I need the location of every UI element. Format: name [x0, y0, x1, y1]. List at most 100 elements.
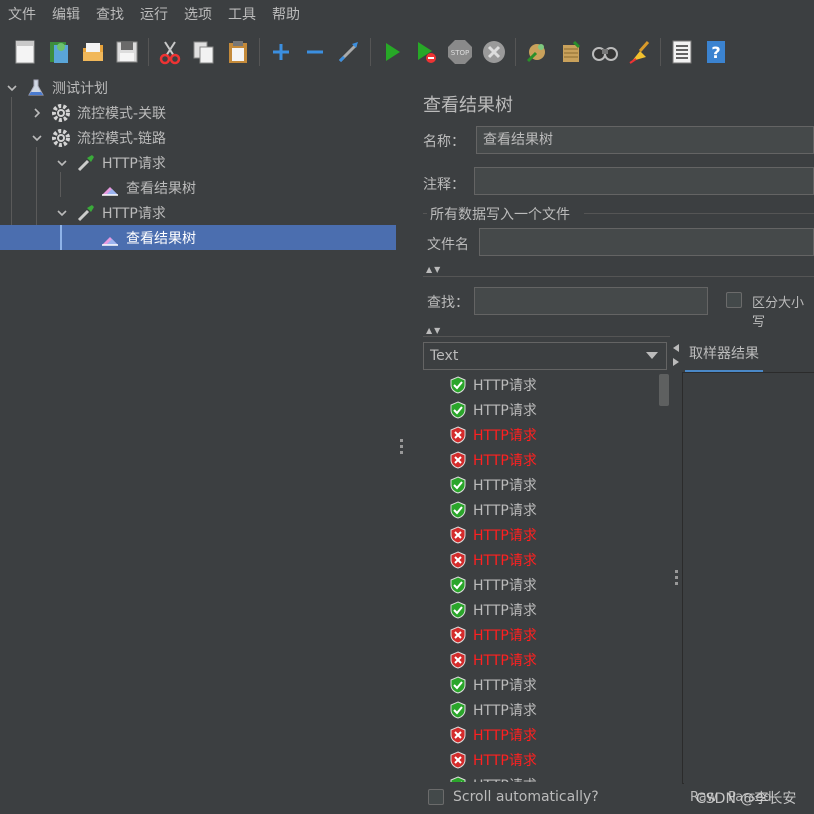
result-item[interactable]: HTTP请求: [423, 372, 670, 397]
shutdown-icon[interactable]: [479, 37, 509, 67]
tree-label: 流控模式-链路: [77, 130, 167, 147]
result-label: HTTP请求: [473, 677, 537, 694]
menu-file[interactable]: 文件: [0, 0, 44, 30]
sampler-detail-panel: [682, 372, 814, 784]
split-arrows-icon[interactable]: ▲▼: [426, 265, 442, 274]
collapse-icon[interactable]: [300, 37, 330, 67]
clear-all-icon[interactable]: [556, 37, 586, 67]
result-list[interactable]: HTTP请求 HTTP请求 HTTP请求 HTTP请求 HTTP请求 HTTP请求 HTTP…: [423, 372, 670, 782]
scroll-auto-row[interactable]: Scroll automatically?: [428, 789, 599, 805]
result-item[interactable]: HTTP请求: [423, 597, 670, 622]
tree-node-thread-group-1[interactable]: 流控模式-关联: [0, 100, 396, 125]
chevron-down-icon[interactable]: [56, 207, 68, 219]
result-item[interactable]: HTTP请求: [423, 722, 670, 747]
result-label: HTTP请求: [473, 477, 537, 494]
result-label: HTTP请求: [473, 602, 537, 619]
new-icon[interactable]: [10, 37, 40, 67]
chevron-right-icon[interactable]: [31, 107, 43, 119]
tree-node-result-tree-2[interactable]: 查看结果树: [0, 225, 396, 250]
result-label: HTTP请求: [473, 577, 537, 594]
stop-icon[interactable]: STOP: [445, 37, 475, 67]
tree-label: 查看结果树: [126, 180, 196, 197]
success-shield-icon: [450, 500, 466, 519]
file-section-label: 所有数据写入一个文件: [430, 207, 570, 223]
menu-options[interactable]: 选项: [176, 0, 220, 30]
pipette-icon: [76, 153, 96, 173]
menu-tools[interactable]: 工具: [220, 0, 264, 30]
result-label: HTTP请求: [473, 627, 537, 644]
filename-label: 文件名: [427, 237, 469, 253]
result-scrollbar[interactable]: [658, 372, 670, 782]
cut-icon[interactable]: [155, 37, 185, 67]
start-no-pause-icon[interactable]: [411, 37, 441, 67]
result-item[interactable]: HTTP请求: [423, 747, 670, 772]
result-item[interactable]: HTTP请求: [423, 672, 670, 697]
listener-icon: [100, 178, 120, 198]
case-sensitive-label: 区分大小写: [752, 296, 805, 330]
tree-label: 测试计划: [52, 80, 108, 97]
open-icon[interactable]: [78, 37, 108, 67]
reset-search-icon[interactable]: [624, 37, 654, 67]
split-arrows-icon[interactable]: ▲▼: [426, 326, 442, 335]
result-item[interactable]: HTTP请求: [423, 497, 670, 522]
menu-search[interactable]: 查找: [88, 0, 132, 30]
save-icon[interactable]: [112, 37, 142, 67]
chevron-down-icon[interactable]: [31, 132, 43, 144]
menu-bar: 文件 编辑 查找 运行 选项 工具 帮助: [0, 0, 814, 30]
result-item[interactable]: HTTP请求: [423, 422, 670, 447]
result-item[interactable]: HTTP请求: [423, 622, 670, 647]
pipette-icon: [76, 203, 96, 223]
result-label: HTTP请求: [473, 652, 537, 669]
success-shield-icon: [450, 375, 466, 394]
templates-icon[interactable]: [44, 37, 74, 67]
error-shield-icon: [450, 450, 466, 469]
scroll-auto-checkbox[interactable]: [428, 789, 444, 805]
chevron-down-icon[interactable]: [56, 157, 68, 169]
result-item[interactable]: HTTP请求: [423, 472, 670, 497]
menu-edit[interactable]: 编辑: [44, 0, 88, 30]
result-item[interactable]: HTTP请求: [423, 397, 670, 422]
inner-splitter[interactable]: [670, 336, 682, 814]
result-item[interactable]: HTTP请求: [423, 547, 670, 572]
menu-run[interactable]: 运行: [132, 0, 176, 30]
tree-node-test-plan[interactable]: 测试计划: [0, 75, 396, 100]
tree-node-http-request-2[interactable]: HTTP请求: [0, 200, 396, 225]
search-icon[interactable]: [590, 37, 620, 67]
toggle-icon[interactable]: [334, 37, 364, 67]
menu-help[interactable]: 帮助: [264, 0, 308, 30]
result-item[interactable]: HTTP请求: [423, 647, 670, 672]
expand-icon[interactable]: [266, 37, 296, 67]
result-item[interactable]: HTTP请求: [423, 447, 670, 472]
tree-node-http-request-1[interactable]: HTTP请求: [0, 150, 396, 175]
tree-label: HTTP请求: [102, 205, 166, 222]
renderer-value: Text: [430, 348, 459, 364]
tab-sampler-result[interactable]: 取样器结果: [685, 340, 763, 372]
result-label: HTTP请求: [473, 402, 537, 419]
tree-label: 流控模式-关联: [77, 105, 167, 122]
tree-node-thread-group-2[interactable]: 流控模式-链路: [0, 125, 396, 150]
tree-node-result-tree-1[interactable]: 查看结果树: [0, 175, 396, 200]
detail-tabs: Raw Parsed CSDN @李长安: [684, 782, 814, 814]
gear-icon: [51, 128, 71, 148]
copy-icon[interactable]: [189, 37, 219, 67]
start-icon[interactable]: [377, 37, 407, 67]
filename-field[interactable]: [479, 228, 814, 256]
error-shield-icon: [450, 625, 466, 644]
comment-field[interactable]: [474, 167, 814, 195]
chevron-down-icon[interactable]: [6, 82, 18, 94]
case-sensitive-checkbox[interactable]: [726, 292, 742, 308]
renderer-select[interactable]: Text: [423, 342, 667, 370]
pane-splitter[interactable]: [396, 75, 408, 814]
result-item[interactable]: HTTP请求: [423, 522, 670, 547]
name-field[interactable]: 查看结果树: [476, 126, 814, 154]
error-shield-icon: [450, 550, 466, 569]
result-item[interactable]: HTTP请求: [423, 572, 670, 597]
function-helper-icon[interactable]: [667, 37, 697, 67]
search-field[interactable]: [474, 287, 708, 315]
result-item[interactable]: HTTP请求: [423, 697, 670, 722]
scroll-thumb[interactable]: [659, 374, 669, 406]
clear-icon[interactable]: [522, 37, 552, 67]
result-item[interactable]: HTTP请求: [423, 772, 670, 782]
help-icon[interactable]: ?: [701, 37, 731, 67]
paste-icon[interactable]: [223, 37, 253, 67]
